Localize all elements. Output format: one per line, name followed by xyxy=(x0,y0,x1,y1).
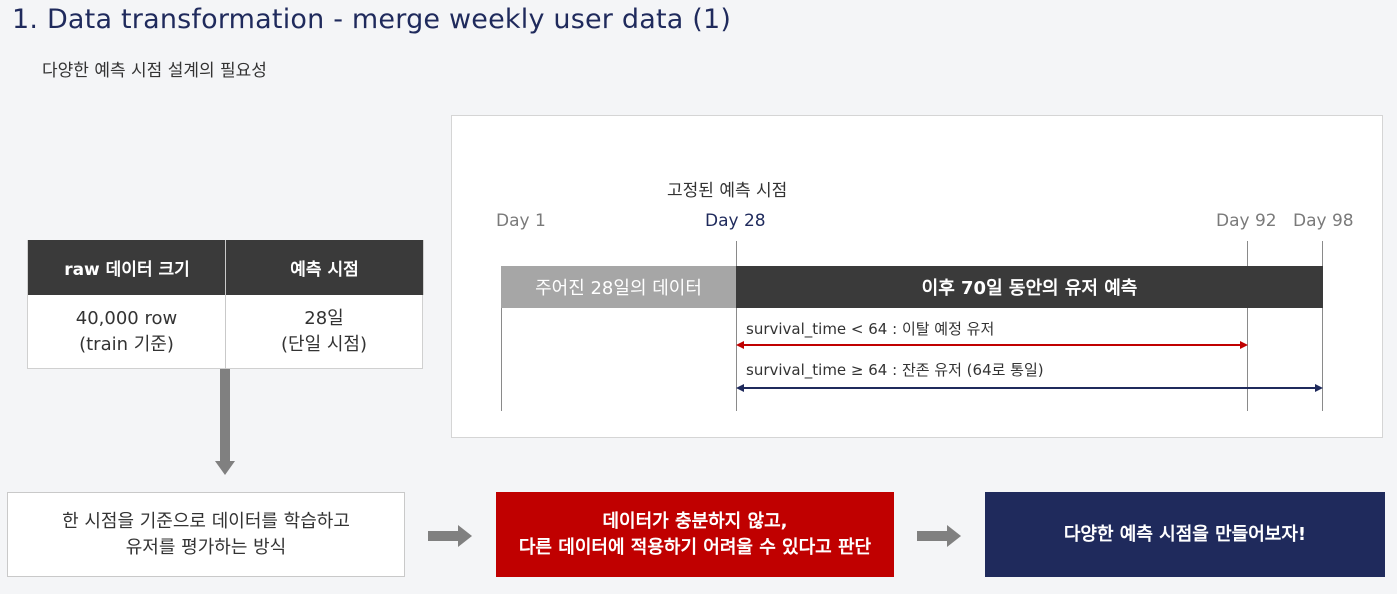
prediction-point-note: (단일 시점) xyxy=(280,333,367,355)
given-data-bar: 주어진 28일의 데이터 xyxy=(501,266,736,308)
day-1-label: Day 1 xyxy=(496,211,546,231)
prediction-bar: 이후 70일 동안의 유저 예측 xyxy=(736,266,1323,308)
down-arrow-icon xyxy=(215,369,235,475)
prediction-point-value: 28일 xyxy=(304,307,344,329)
table-divider xyxy=(225,240,226,369)
timeline-panel: 고정된 예측 시점 Day 1 Day 28 Day 92 Day 98 주어진… xyxy=(451,115,1383,438)
right-arrow-icon xyxy=(917,525,961,547)
fixed-prediction-label: 고정된 예측 시점 xyxy=(667,181,788,201)
raw-size-note: (train 기준) xyxy=(79,333,174,355)
problem-line2: 다른 데이터에 적용하기 어려울 수 있다고 판단 xyxy=(518,536,872,558)
retain-range-arrow xyxy=(736,384,1323,392)
day-28-label: Day 28 xyxy=(705,211,766,231)
churn-range-arrow xyxy=(736,341,1248,349)
table-header-raw-size: raw 데이터 크기 xyxy=(27,240,226,295)
problem-line1: 데이터가 충분하지 않고, xyxy=(602,510,788,532)
solution-box: 다양한 예측 시점을 만들어보자! xyxy=(985,492,1385,577)
day-92-label: Day 92 xyxy=(1216,211,1277,231)
table-cell-prediction-point: 28일 (단일 시점) xyxy=(226,295,423,369)
solution-text: 다양한 예측 시점을 만들어보자! xyxy=(1063,523,1307,545)
table-cell-raw-size: 40,000 row (train 기준) xyxy=(27,295,225,369)
data-summary-table: raw 데이터 크기 예측 시점 40,000 row (train 기준) 2… xyxy=(27,240,424,369)
page-title: 1. Data transformation - merge weekly us… xyxy=(12,4,732,35)
current-approach-line2: 유저를 평가하는 방식 xyxy=(125,536,287,558)
problem-box: 데이터가 충분하지 않고, 다른 데이터에 적용하기 어려울 수 있다고 판단 xyxy=(496,492,894,577)
raw-size-value: 40,000 row xyxy=(75,307,178,329)
right-arrow-icon xyxy=(428,525,472,547)
current-approach-box: 한 시점을 기준으로 데이터를 학습하고 유저를 평가하는 방식 xyxy=(7,492,405,577)
day-98-label: Day 98 xyxy=(1293,211,1354,231)
table-header-prediction-point: 예측 시점 xyxy=(226,240,424,295)
churn-annotation: survival_time < 64 : 이탈 예정 유저 xyxy=(746,320,995,338)
current-approach-line1: 한 시점을 기준으로 데이터를 학습하고 xyxy=(62,510,350,532)
retain-annotation: survival_time ≥ 64 : 잔존 유저 (64로 통일) xyxy=(746,361,1044,379)
page-subtitle: 다양한 예측 시점 설계의 필요성 xyxy=(42,61,267,81)
